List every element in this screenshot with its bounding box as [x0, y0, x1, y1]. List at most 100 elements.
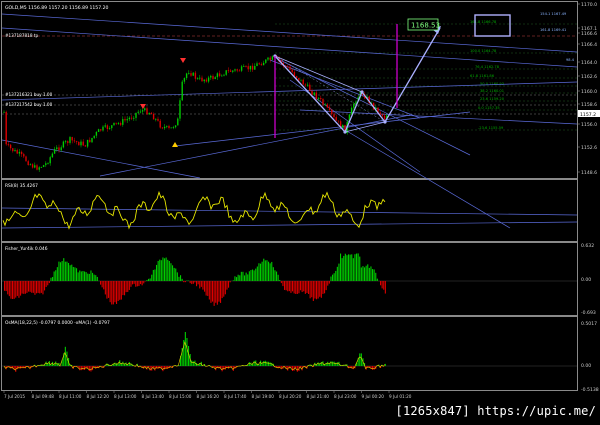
- fisher-bar: [23, 281, 24, 294]
- fisher-bar: [113, 281, 114, 304]
- fisher-bar: [250, 270, 251, 281]
- fisher-bar: [143, 281, 144, 283]
- fisher-bar: [154, 269, 155, 281]
- candle-body: [298, 78, 299, 80]
- fisher-scale-bottom: -0.693: [581, 310, 596, 316]
- candle-body: [351, 108, 352, 115]
- fisher-bar: [79, 271, 80, 281]
- candle-body: [190, 73, 191, 76]
- candle-body: [342, 125, 343, 128]
- candle-body: [162, 128, 163, 129]
- candle-body: [67, 141, 68, 143]
- fisher-bar: [279, 280, 280, 281]
- trend-lines[interactable]: [2, 14, 577, 228]
- fisher-bar: [196, 281, 197, 286]
- fisher-bar: [73, 267, 74, 281]
- osma-panel: [2, 332, 577, 372]
- target-zone-box[interactable]: [475, 15, 510, 36]
- fisher-bar: [82, 271, 83, 281]
- fisher-bar: [137, 281, 138, 286]
- candle-body: [164, 127, 165, 128]
- fisher-bar: [169, 261, 170, 281]
- candle-body: [58, 147, 59, 150]
- fisher-bar: [15, 281, 16, 298]
- price-scale: 1170.01167.11166.61166.41164.01162.61160…: [577, 2, 597, 176]
- fisher-bar: [223, 281, 224, 297]
- fisher-bar: [358, 253, 359, 281]
- candle-body: [160, 121, 161, 128]
- fisher-bar: [122, 281, 123, 295]
- fisher-bar: [300, 281, 301, 290]
- fisher-bar: [105, 281, 106, 294]
- fibo-right-label: 161.8 1169.41: [540, 28, 566, 32]
- fisher-bar: [52, 277, 53, 281]
- osma-bar: [372, 366, 373, 370]
- fisher-bar: [198, 281, 199, 284]
- fisher-bar: [209, 281, 210, 300]
- fisher-bar: [108, 281, 109, 298]
- fisher-bar: [215, 281, 216, 303]
- fisher-bar: [327, 281, 328, 286]
- candle-body: [85, 145, 86, 146]
- candle-body: [3, 112, 4, 113]
- fisher-bar: [207, 281, 208, 296]
- fisher-bar: [34, 281, 35, 295]
- candle-body: [146, 108, 147, 114]
- candle-body: [184, 78, 185, 82]
- osma-bar: [90, 366, 91, 371]
- fisher-bar: [161, 260, 162, 281]
- fisher-bar: [17, 281, 18, 296]
- fisher-bar: [167, 260, 168, 281]
- candle-body: [199, 78, 200, 79]
- fisher-bar: [170, 263, 171, 281]
- fisher-bar: [343, 256, 344, 281]
- candle-body: [45, 163, 46, 165]
- candle-body: [151, 113, 152, 114]
- osma-bar: [65, 347, 66, 366]
- pattern-leg: [275, 56, 385, 122]
- price-scale-label: 1158.6: [581, 102, 597, 108]
- osma-bar: [222, 366, 223, 371]
- fisher-bar: [7, 281, 8, 294]
- osma-bar: [82, 366, 83, 370]
- price-scale-label: 1170.0: [581, 2, 597, 8]
- fisher-bar: [254, 270, 255, 281]
- candle-body: [129, 118, 130, 119]
- time-axis-label: 8 Jul 20:20: [279, 394, 302, 399]
- fisher-bar: [126, 281, 127, 292]
- time-axis-label: 7 Jul 2015: [4, 394, 25, 399]
- osma-bar: [334, 362, 335, 366]
- fisher-bar: [329, 281, 330, 284]
- candle-body: [259, 63, 260, 64]
- fisher-label: Fisher_Yur4ik 0.046: [5, 246, 48, 252]
- fisher-bar: [92, 273, 93, 281]
- candle-body: [382, 114, 383, 115]
- chart-area[interactable]: 161.8 1166.78100.0 1164.7876.4 1162.7861…: [0, 0, 600, 421]
- osma-bar: [265, 361, 266, 366]
- fisher-bar: [20, 281, 21, 296]
- candle-body: [39, 167, 40, 169]
- fisher-bar: [18, 281, 19, 298]
- candle-body: [204, 80, 205, 82]
- fisher-bar: [242, 272, 243, 281]
- osma-bar: [249, 362, 250, 366]
- fisher-bar: [321, 281, 322, 298]
- fisher-bar: [114, 281, 115, 302]
- osma-label: OsMA(18,22,5) -0.0797 0.0000 -xMA(1) -0.…: [5, 320, 110, 326]
- candle-body: [316, 93, 317, 99]
- fisher-bar: [140, 281, 141, 284]
- candle-body: [122, 119, 123, 125]
- price-scale-label: 1160.0: [581, 89, 597, 95]
- fisher-bar: [353, 258, 354, 281]
- candle-body: [193, 73, 194, 76]
- candle-body: [179, 100, 180, 118]
- fisher-bar: [151, 275, 152, 281]
- fisher-bar: [71, 265, 72, 281]
- osma-bar: [281, 366, 282, 369]
- trend-line: [300, 110, 577, 124]
- fisher-bar: [286, 281, 287, 290]
- candle-body: [237, 69, 238, 70]
- time-axis-label: 8 Jul 09:48: [32, 394, 55, 399]
- osma-bar: [385, 364, 386, 366]
- fisher-bar: [234, 276, 235, 281]
